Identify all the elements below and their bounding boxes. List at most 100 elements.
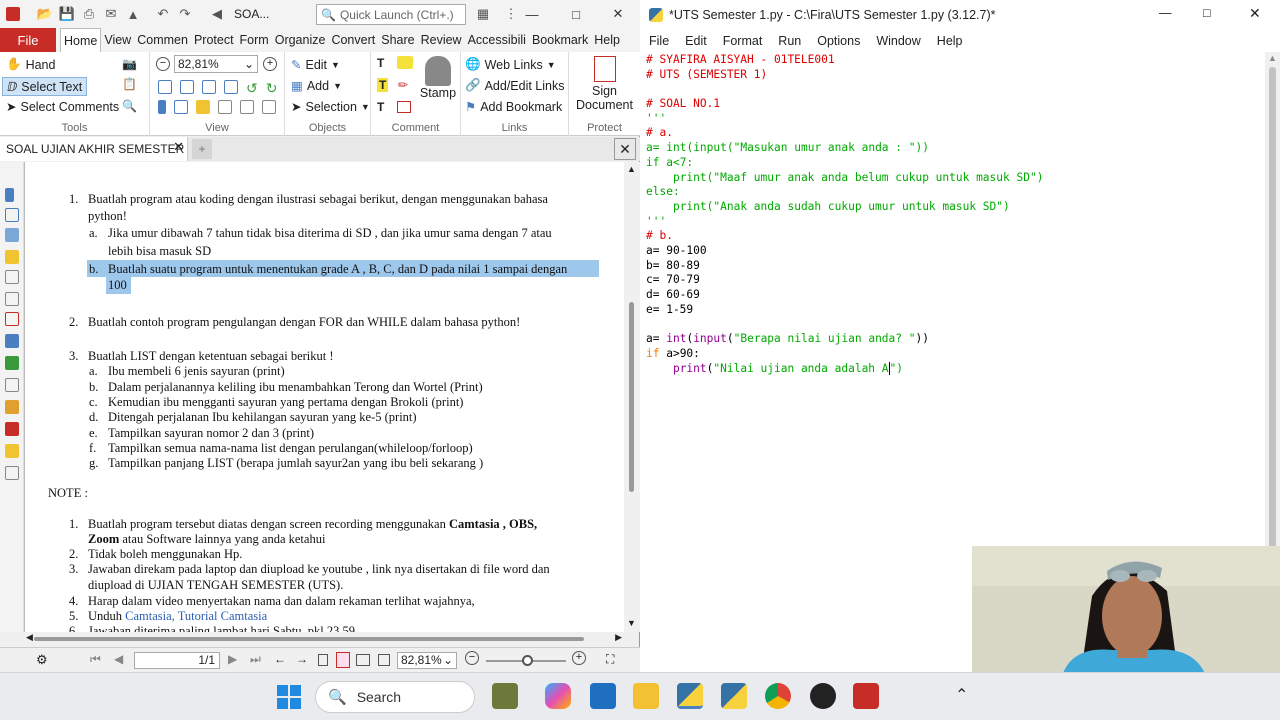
selection-button[interactable]: ➤ Selection ▼ (291, 99, 370, 115)
tab-form[interactable]: Form (237, 28, 272, 52)
forward-view-icon[interactable]: → (296, 652, 308, 666)
taskbar-search[interactable]: 🔍 Search (315, 681, 475, 713)
sign-document-button[interactable]: Sign Document (569, 56, 640, 112)
sticky-note-icon[interactable] (397, 56, 413, 69)
fields-panel-icon[interactable] (5, 312, 19, 326)
minimize-button[interactable]: — (1159, 6, 1172, 20)
microsoft-store-icon[interactable] (590, 683, 616, 709)
single-page-icon[interactable] (318, 654, 328, 666)
prev-page-icon[interactable]: ◀ (114, 652, 123, 666)
scroll-left-icon[interactable]: ◀ (26, 632, 33, 643)
horizontal-scrollbar[interactable]: ◀ ▶ (24, 632, 624, 646)
last-page-icon[interactable]: ⏭ (250, 652, 261, 667)
menu-edit[interactable]: Edit (677, 34, 715, 48)
menu-file[interactable]: File (641, 34, 677, 48)
rotate-left-icon[interactable]: ↺ (246, 80, 258, 97)
zoom-input[interactable]: 82,81% ⌄ (397, 652, 457, 669)
tab-protect[interactable]: Protect (191, 28, 237, 52)
idle-scroll-thumb[interactable] (1269, 67, 1276, 627)
start-button[interactable] (277, 685, 301, 709)
widgets-icon[interactable] (492, 683, 518, 709)
print-icon[interactable]: ⎙ (78, 3, 100, 25)
facing-page-icon[interactable] (356, 654, 370, 666)
tags-panel-icon[interactable] (5, 356, 19, 370)
minimize-button[interactable]: — (510, 0, 554, 28)
close-button[interactable]: ✕ (1249, 5, 1261, 22)
scroll-up-icon[interactable]: ▲ (1268, 53, 1277, 63)
rotate-right-icon[interactable]: ↻ (266, 80, 278, 97)
signature-panel-icon[interactable] (262, 100, 276, 114)
destinations-panel-icon[interactable] (5, 334, 19, 348)
comments-panel-icon[interactable] (5, 250, 19, 264)
scan-icon[interactable]: ▲ (122, 3, 144, 25)
zoom-slider[interactable] (486, 655, 566, 666)
tab-document[interactable]: SOAL UJIAN AKHIR SEMESTER ✕ (0, 137, 188, 161)
web-links-button[interactable]: 🌐 Web Links ▼ (465, 57, 556, 72)
save-icon[interactable]: 💾 (56, 3, 78, 25)
security-panel-icon[interactable] (5, 466, 19, 480)
reflow-icon[interactable] (224, 80, 238, 94)
continuous-page-icon[interactable] (336, 652, 350, 668)
pages-panel-icon[interactable] (5, 208, 19, 222)
tab-view[interactable]: View (101, 28, 134, 52)
clipboard-icon[interactable]: 📋 (122, 77, 137, 91)
maximize-button[interactable]: □ (1203, 6, 1211, 20)
layers-panel-icon[interactable] (5, 228, 19, 242)
scroll-down-icon[interactable]: ▼ (627, 618, 636, 628)
thumbnails-icon[interactable] (174, 100, 188, 114)
chevron-up-icon[interactable]: ⌃ (955, 685, 968, 705)
menu-format[interactable]: Format (715, 34, 771, 48)
scroll-up-icon[interactable]: ▲ (627, 164, 636, 174)
close-button[interactable]: ✕ (596, 0, 640, 28)
tab-comment[interactable]: Commen (134, 28, 191, 52)
zoom-tool-icon[interactable]: 🔍 (122, 99, 137, 113)
bookmark-icon[interactable] (158, 100, 166, 114)
comment-panel-icon[interactable] (196, 100, 210, 114)
hand-tool-button[interactable]: ✋ Hand (6, 57, 55, 72)
close-tab-icon[interactable]: ✕ (173, 139, 184, 155)
attachment-icon[interactable] (218, 100, 232, 114)
highlight-icon[interactable]: T (377, 78, 389, 92)
zoom-slider-thumb[interactable] (522, 655, 533, 666)
copilot-icon[interactable] (545, 683, 571, 709)
page-icon[interactable] (158, 80, 172, 94)
zoom-select[interactable]: 82,81% ⌄ (174, 55, 258, 73)
camtasia-link[interactable]: Camtasia (125, 609, 172, 623)
menu-run[interactable]: Run (770, 34, 809, 48)
bookmark-panel-icon[interactable] (5, 188, 14, 202)
maximize-button[interactable]: □ (554, 0, 598, 28)
open-folder-icon[interactable]: 📂 (34, 3, 56, 25)
edit-button[interactable]: ✎ Edit ▼ (291, 57, 340, 73)
pencil-icon[interactable]: ✏ (398, 78, 408, 92)
pdf-editor-icon[interactable] (853, 683, 879, 709)
select-comments-button[interactable]: ➤ Select Comments (6, 99, 119, 115)
attachments-panel-icon[interactable] (5, 270, 19, 284)
fullscreen-icon[interactable]: ⛶ (606, 652, 614, 667)
fit-page-icon[interactable] (180, 80, 194, 94)
file-explorer-icon[interactable] (633, 683, 659, 709)
snapshot-icon[interactable]: 📷 (122, 57, 137, 71)
order-panel-icon[interactable] (5, 444, 19, 458)
undo-icon[interactable]: ↶ (152, 3, 174, 25)
add-bookmark-button[interactable]: ⚑ Add Bookmark (465, 99, 562, 115)
tutorial-camtasia-link[interactable]: Tutorial Camtasia (178, 609, 267, 623)
menu-window[interactable]: Window (868, 34, 928, 48)
stamp-button[interactable]: Stamp (419, 56, 457, 100)
layers-icon[interactable] (240, 100, 254, 114)
tab-share[interactable]: Share (378, 28, 417, 52)
tab-help[interactable]: Help (591, 28, 623, 52)
zoom-out-icon[interactable]: − (156, 57, 170, 71)
quick-launch-input[interactable]: 🔍 Quick Launch (Ctrl+.) (316, 4, 466, 25)
zoom-in-icon[interactable]: + (263, 57, 277, 71)
file-tab[interactable]: File (0, 28, 56, 52)
tab-home[interactable]: Home (60, 28, 102, 52)
python-icon[interactable] (721, 683, 747, 709)
obs-icon[interactable] (810, 683, 836, 709)
back-icon[interactable]: ◀ (206, 3, 228, 25)
tab-organize[interactable]: Organize (272, 28, 329, 52)
typewriter-icon[interactable]: T (377, 56, 384, 70)
scroll-thumb-horizontal[interactable] (34, 637, 584, 641)
rectangle-icon[interactable] (397, 101, 411, 113)
tab-convert[interactable]: Convert (328, 28, 378, 52)
next-page-icon[interactable]: ▶ (228, 652, 237, 666)
